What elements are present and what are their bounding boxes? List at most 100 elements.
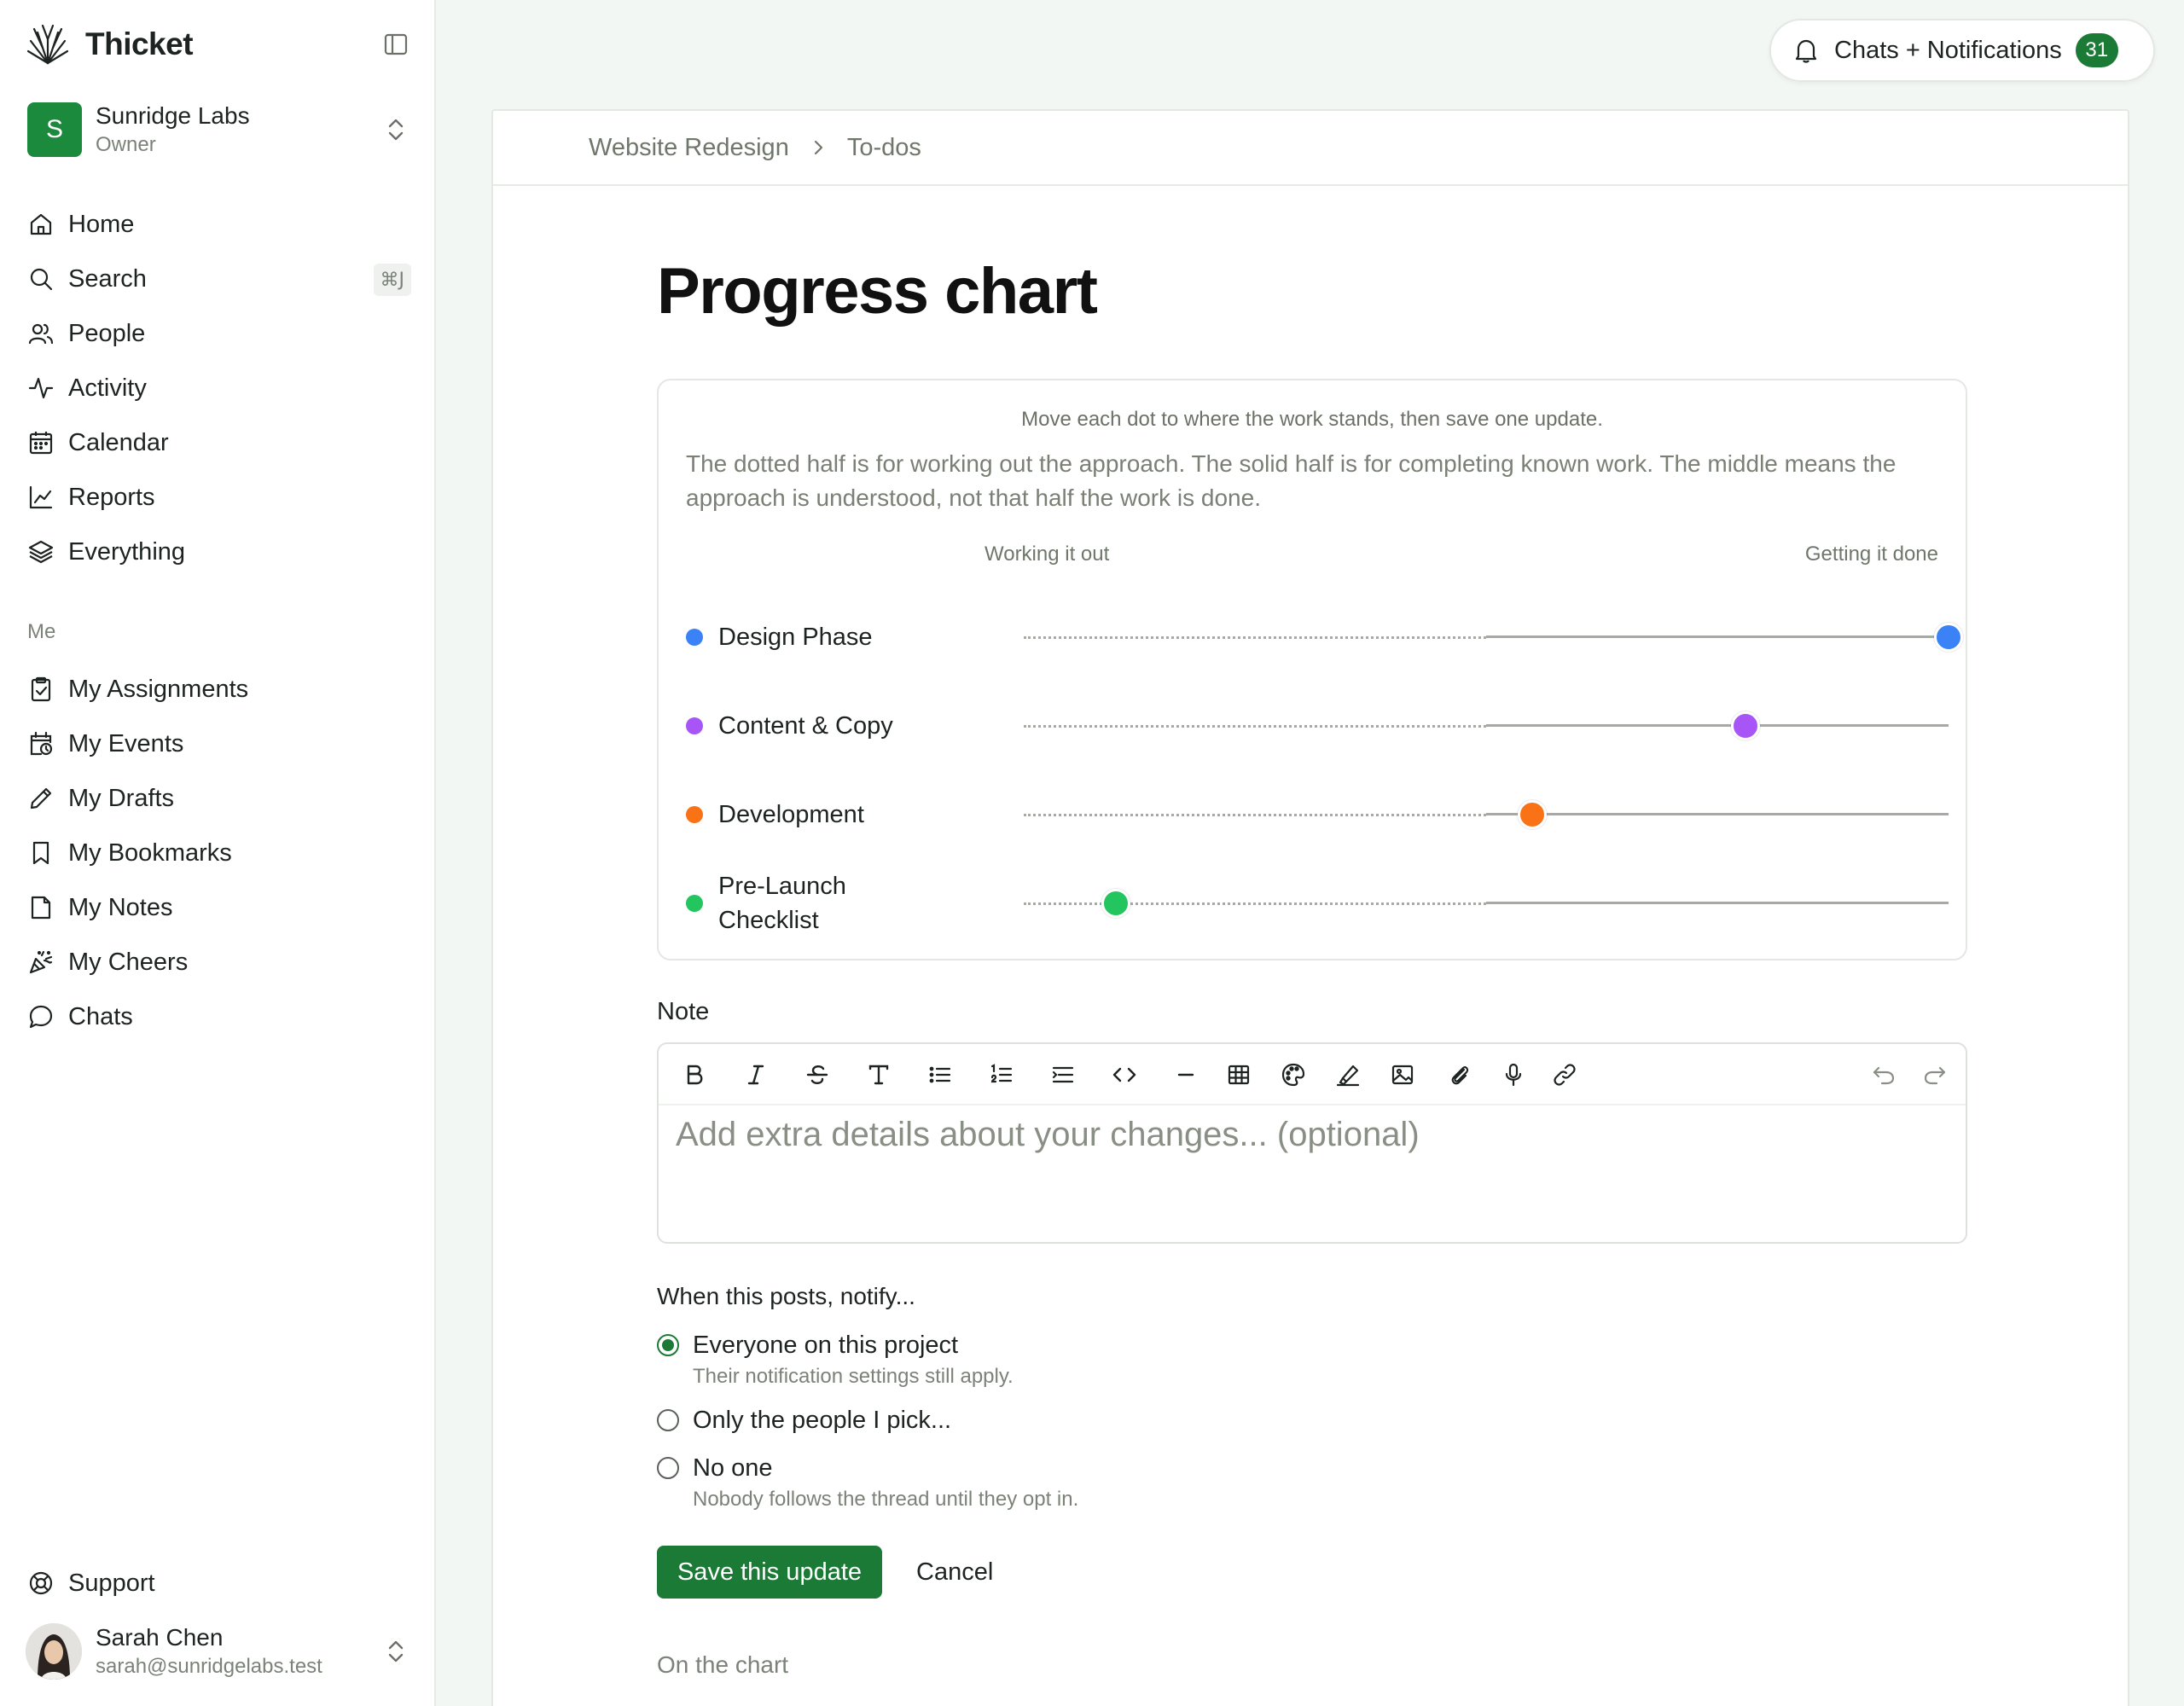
image-button[interactable] [1389, 1061, 1416, 1088]
chats-notifications-button[interactable]: Chats + Notifications 31 [1769, 19, 2155, 82]
progress-handle-design-phase[interactable] [1934, 623, 1963, 652]
color-button[interactable] [1280, 1061, 1307, 1088]
user-name: Sarah Chen [96, 1624, 224, 1651]
nav-item-people[interactable]: People [27, 306, 411, 361]
nav-item-my-assignments[interactable]: My Assignments [27, 662, 411, 717]
radio-button[interactable] [657, 1409, 679, 1431]
chart-row-pre-launch-checklist: Pre-Launch Checklist [686, 865, 1949, 942]
table-icon [1228, 1065, 1250, 1085]
nav-item-my-bookmarks[interactable]: My Bookmarks [27, 826, 411, 880]
code-icon [1112, 1067, 1136, 1082]
nav-label: Search [68, 264, 147, 293]
chevron-up-down-icon [388, 1640, 404, 1662]
chat-bubble-icon [29, 1005, 53, 1029]
sidebar-toggle-icon[interactable] [382, 31, 410, 58]
code-button[interactable] [1111, 1061, 1138, 1088]
track-solid-half [1486, 635, 1949, 638]
lifebuoy-icon [29, 1571, 53, 1595]
cancel-button[interactable]: Cancel [903, 1546, 1007, 1599]
notifications-count-badge: 31 [2075, 33, 2118, 67]
nav-item-reports[interactable]: Reports [27, 470, 411, 525]
nav-label: Chats [68, 1002, 133, 1030]
highlighter-icon [1336, 1065, 1360, 1087]
nav-item-my-events[interactable]: My Events [27, 717, 411, 771]
user-email: sarah@sunridgelabs.test [96, 1655, 322, 1678]
series-label: Pre-Launch Checklist [718, 873, 846, 934]
attach-button[interactable] [1445, 1061, 1472, 1088]
people-icon [28, 323, 54, 345]
horizontal-rule-icon [1177, 1073, 1194, 1076]
avatar [26, 1623, 82, 1680]
breadcrumb: Website Redesign To-dos [493, 111, 2128, 186]
user-menu[interactable]: Sarah Chen sarah@sunridgelabs.test [26, 1621, 411, 1682]
notify-option-pick-people[interactable]: Only the people I pick... [657, 1404, 951, 1436]
numbered-list-button[interactable] [988, 1061, 1015, 1088]
nav-item-chats[interactable]: Chats [27, 989, 411, 1044]
radio-button[interactable] [657, 1334, 679, 1356]
progress-handle-content-copy[interactable] [1730, 711, 1760, 740]
progress-handle-development[interactable] [1518, 800, 1548, 829]
nav-item-home[interactable]: Home [27, 197, 411, 252]
breadcrumb-project[interactable]: Website Redesign [589, 134, 789, 162]
nav-label: My Bookmarks [68, 838, 232, 867]
progress-track[interactable] [1024, 709, 1949, 743]
nav-label: My Events [68, 729, 184, 757]
nav-item-everything[interactable]: Everything [27, 525, 411, 579]
user-portrait-icon [26, 1623, 82, 1680]
nav-item-calendar[interactable]: Calendar [27, 415, 411, 470]
redo-button[interactable] [1921, 1061, 1949, 1088]
italic-button[interactable] [742, 1061, 770, 1088]
account-switcher[interactable]: S Sunridge Labs Owner [27, 101, 411, 159]
radio-button[interactable] [657, 1457, 679, 1479]
paperclip-icon [1451, 1066, 1469, 1085]
track-dotted-half [1024, 814, 1486, 816]
nav-label: People [68, 319, 146, 347]
bold-button[interactable] [681, 1061, 708, 1088]
series-label: Design Phase [718, 624, 873, 651]
horizontal-rule-button[interactable] [1172, 1061, 1199, 1088]
heading-icon [868, 1065, 889, 1085]
nav-label: Everything [68, 537, 186, 566]
radio-description: Their notification settings still apply. [693, 1365, 1014, 1388]
nav-item-my-cheers[interactable]: My Cheers [27, 935, 411, 989]
progress-track[interactable] [1024, 798, 1949, 832]
nav-item-my-notes[interactable]: My Notes [27, 880, 411, 935]
main-nav: Home Search ⌘J People Activity Calendar … [27, 197, 411, 579]
progress-handle-pre-launch-checklist[interactable] [1101, 889, 1131, 918]
link-button[interactable] [1551, 1061, 1578, 1088]
highlight-button[interactable] [1334, 1061, 1362, 1088]
series-color-dot [686, 629, 703, 646]
progress-track[interactable] [1024, 620, 1963, 654]
nav-item-search[interactable]: Search ⌘J [27, 252, 411, 306]
undo-button[interactable] [1870, 1061, 1897, 1088]
microphone-icon [1505, 1063, 1522, 1087]
heading-button[interactable] [865, 1061, 892, 1088]
save-update-button[interactable]: Save this update [657, 1546, 882, 1599]
strikethrough-button[interactable] [804, 1061, 831, 1088]
table-button[interactable] [1225, 1061, 1252, 1088]
nav-item-support[interactable]: Support [27, 1556, 155, 1610]
account-avatar: S [27, 102, 82, 157]
chart-row-content-copy: Content & Copy [686, 688, 1949, 764]
nav-item-activity[interactable]: Activity [27, 361, 411, 415]
nav-label: My Drafts [68, 784, 175, 812]
track-dotted-half [1024, 636, 1486, 639]
notify-option-no-one[interactable]: No one Nobody follows the thread until t… [657, 1452, 1078, 1512]
indent-list-button[interactable] [1049, 1061, 1077, 1088]
italic-icon [747, 1065, 764, 1085]
series-color-dot [686, 717, 703, 734]
axis-label-right: Getting it done [1804, 543, 1938, 566]
brand[interactable]: Thicket [26, 22, 194, 67]
progress-chart: Move each dot to where the work stands, … [657, 379, 1967, 960]
bulleted-list-button[interactable] [926, 1061, 954, 1088]
party-popper-icon [29, 950, 53, 974]
image-icon [1391, 1065, 1414, 1085]
record-audio-button[interactable] [1500, 1061, 1527, 1088]
progress-track[interactable] [1024, 886, 1949, 920]
track-dotted-half [1024, 902, 1486, 905]
breadcrumb-todos[interactable]: To-dos [847, 134, 921, 162]
nav-item-my-drafts[interactable]: My Drafts [27, 771, 411, 826]
note-input[interactable] [676, 1116, 1947, 1227]
bell-icon [1795, 39, 1817, 63]
notify-option-everyone[interactable]: Everyone on this project Their notificat… [657, 1329, 1014, 1389]
